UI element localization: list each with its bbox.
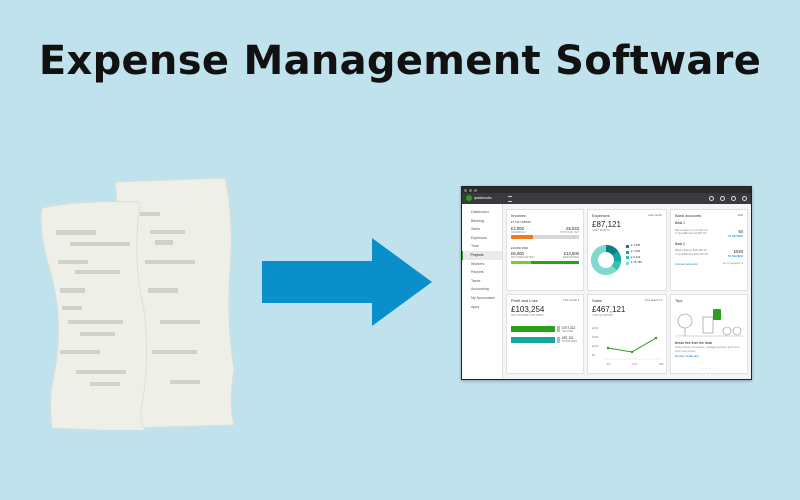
sidebar-item-time[interactable]: Time xyxy=(462,242,502,251)
expenses-card[interactable]: Expenses Last month £87,121 LAST MONTH £… xyxy=(587,209,667,291)
sidebar-item-reports[interactable]: Reports xyxy=(462,268,502,277)
sidebar-item-expenses[interactable]: Expenses xyxy=(462,234,502,243)
profit-loss-card[interactable]: Profit and Loss This month ▾ £103,254 NE… xyxy=(506,294,584,374)
help-icon[interactable] xyxy=(742,195,747,201)
card-title: Invoices xyxy=(511,213,526,218)
go-to-registers-link[interactable]: Go to registers ▾ xyxy=(722,261,743,266)
sidebar-item-taxes[interactable]: Taxes xyxy=(462,277,502,286)
income-bar[interactable]: £707,212 INCOME xyxy=(511,326,579,334)
unpaid-bar[interactable] xyxy=(511,235,579,239)
logo-icon xyxy=(466,195,472,201)
overdue-label: OVERDUE xyxy=(511,229,525,234)
sidebar: Dashboard Banking Sales Expenses Time Pr… xyxy=(462,204,503,379)
deposited-label: DEPOSITED xyxy=(562,255,579,259)
plus-icon[interactable] xyxy=(709,195,714,201)
bank-account-row[interactable]: Bank 1 Bank balance £ 12,637.44 In Quick… xyxy=(675,221,743,237)
sales-card[interactable]: Sales This quarter ▾ £467,121 THIS QUART… xyxy=(587,294,667,374)
bank-account-row[interactable]: Bank 2 Bank balance £88,490.23 In QuickB… xyxy=(675,242,743,258)
window-minimize-dot[interactable] xyxy=(469,188,472,192)
page-title: Expense Management Software xyxy=(38,38,762,84)
sidebar-item-dashboard[interactable]: Dashboard xyxy=(462,208,502,217)
tips-card[interactable]: Tips Break free from the desk Snap photo… xyxy=(670,294,748,374)
search-icon[interactable] xyxy=(720,195,725,201)
app-screenshot: quickbooks Dashboard Banking Sales Expen… xyxy=(461,186,752,380)
brand-name: quickbooks xyxy=(474,196,492,200)
edit-link[interactable]: Edit xyxy=(738,213,743,217)
sidebar-item-my-accountant[interactable]: My Accountant xyxy=(462,294,502,303)
mobile-app-link[interactable]: Get the mobile app xyxy=(675,354,743,358)
window-close-dot[interactable] xyxy=(464,188,467,192)
app-topbar: quickbooks xyxy=(462,193,751,204)
gear-icon[interactable] xyxy=(731,195,736,201)
expenses-donut-chart[interactable] xyxy=(590,244,622,276)
period-filter[interactable]: Last month xyxy=(648,213,662,217)
card-title: Bank accounts xyxy=(675,213,702,218)
card-title: Tips xyxy=(675,298,683,303)
right-arrow-icon xyxy=(262,238,432,326)
expenses-bar[interactable]: £87,121 EXPENSES xyxy=(511,336,579,344)
period-filter[interactable]: This month ▾ xyxy=(563,298,579,302)
tips-body: Snap photos of receipts, manage invoices… xyxy=(675,345,740,353)
unpaid-label: £7,141 UNPAID xyxy=(511,220,531,224)
menu-icon[interactable] xyxy=(508,196,512,202)
sidebar-item-projects[interactable]: Projects xyxy=(462,250,502,260)
connect-accounts-link[interactable]: Connect accounts xyxy=(675,262,697,266)
expenses-legend: £ 1,356 £ 7,654 £ 6,342 £ 74,789 xyxy=(626,243,642,267)
sidebar-item-apps[interactable]: Apps xyxy=(462,303,502,312)
expenses-subtitle: LAST MONTH xyxy=(592,228,610,232)
paid-bar[interactable] xyxy=(511,260,579,264)
sidebar-item-workers[interactable]: Workers xyxy=(462,260,502,269)
not-deposited-label: NOT DEPOSITED xyxy=(511,255,534,259)
bank-accounts-card[interactable]: Bank accounts Edit Bank 1 Bank balance £… xyxy=(670,209,748,291)
net-income-subtitle: NET INCOME FOR APRIL xyxy=(511,313,544,317)
sales-subtitle: THIS QUARTER xyxy=(592,313,613,317)
sales-y-axis: £40K £30K £20K £0 xyxy=(592,326,599,357)
period-filter[interactable]: This quarter ▾ xyxy=(645,298,662,302)
sidebar-item-accounting[interactable]: Accounting xyxy=(462,285,502,294)
sales-x-axis: Jan Feb Mar xyxy=(606,362,664,366)
sales-line-chart[interactable] xyxy=(604,328,662,360)
not-due-label: NOT DUE YET xyxy=(560,229,579,234)
tips-illustration-icon xyxy=(675,309,743,337)
sidebar-item-sales[interactable]: Sales xyxy=(462,225,502,234)
sidebar-item-banking[interactable]: Banking xyxy=(462,217,502,226)
receipts-icon xyxy=(40,177,235,430)
quickbooks-logo[interactable]: quickbooks xyxy=(466,195,492,201)
tips-pager[interactable]: • • • • xyxy=(671,366,747,370)
invoices-card[interactable]: Invoices £7,141 UNPAID £2,006 £5,543 OVE… xyxy=(506,209,584,291)
paid-label: £19,660 PAID xyxy=(511,245,529,250)
window-maximize-dot[interactable] xyxy=(474,188,477,192)
